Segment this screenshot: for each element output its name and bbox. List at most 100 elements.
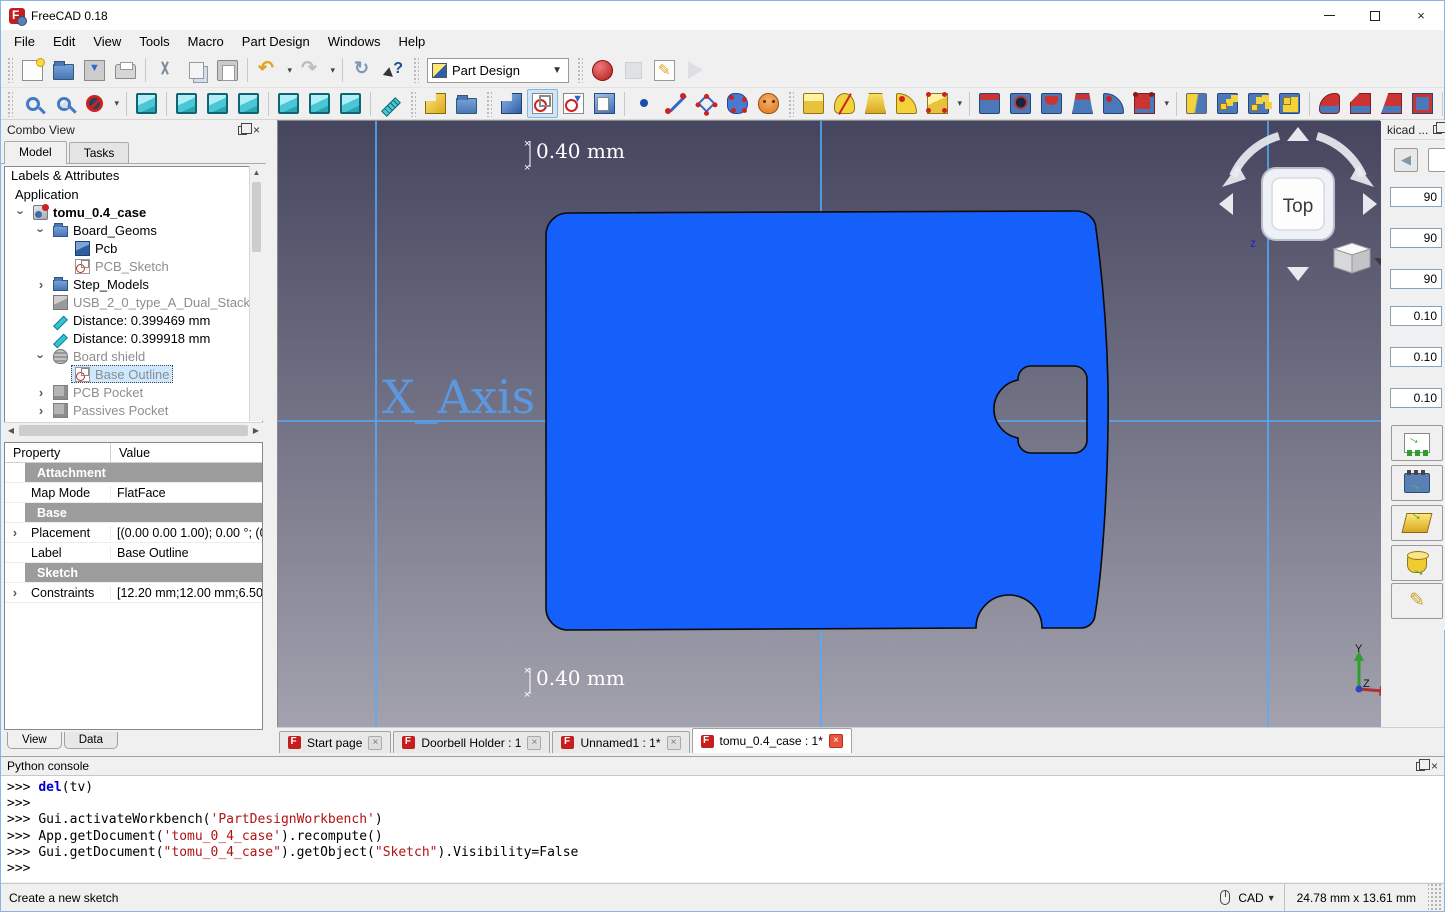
tree-item-pcb-pocket[interactable]: PCB Pocket xyxy=(5,383,262,401)
tree-expander-icon[interactable] xyxy=(33,385,49,400)
property-expander[interactable] xyxy=(5,523,25,542)
close-tab-icon[interactable]: × xyxy=(829,734,843,748)
subtractive-loft-button[interactable] xyxy=(1067,89,1098,118)
tree-item-tomu-case[interactable]: tomu_0.4_case xyxy=(5,203,262,221)
title-bar[interactable]: FreeCAD 0.18 × xyxy=(1,1,1444,30)
fit-selection-button[interactable] xyxy=(48,89,79,118)
dimension-label-bottom[interactable]: 0.40 mm xyxy=(536,666,625,690)
sketcher-carbon-copy-button[interactable] xyxy=(753,89,784,118)
menu-windows[interactable]: Windows xyxy=(319,31,390,52)
additive-loft-button[interactable] xyxy=(860,89,891,118)
menu-edit[interactable]: Edit xyxy=(44,31,84,52)
additive-pipe-button[interactable] xyxy=(891,89,922,118)
whats-this-button[interactable] xyxy=(378,56,409,85)
doc-tab-start-page[interactable]: Start page × xyxy=(279,731,391,753)
tab-model[interactable]: Model xyxy=(4,141,67,164)
kicad-import-component-button[interactable] xyxy=(1391,465,1443,501)
print-button[interactable] xyxy=(110,56,141,85)
macro-record-button[interactable] xyxy=(587,56,618,85)
doc-tab-doorbell-holder[interactable]: Doorbell Holder : 1 × xyxy=(393,731,550,753)
kicad-export-database-button[interactable] xyxy=(1391,545,1443,581)
view-top-button[interactable] xyxy=(202,89,233,118)
kicad-rotation-z-field[interactable] xyxy=(1390,269,1442,289)
sketcher-point-button[interactable] xyxy=(629,89,660,118)
minimize-button[interactable] xyxy=(1306,1,1352,30)
property-expander[interactable] xyxy=(5,543,25,562)
tab-data[interactable]: Data xyxy=(64,732,118,749)
multitransform-button[interactable] xyxy=(1274,89,1305,118)
kicad-next-button[interactable] xyxy=(1428,148,1445,172)
revolution-button[interactable] xyxy=(829,89,860,118)
property-expander[interactable] xyxy=(5,583,25,602)
view-axonometric-button[interactable] xyxy=(131,89,162,118)
chamfer-button[interactable] xyxy=(1345,89,1376,118)
kicad-offset-z-field[interactable] xyxy=(1390,388,1442,408)
sketcher-line-button[interactable] xyxy=(660,89,691,118)
toolbar-grip[interactable] xyxy=(413,57,419,83)
tree-horizontal-scrollbar[interactable]: ◀ ▶ xyxy=(4,422,263,437)
pocket-button[interactable] xyxy=(974,89,1005,118)
view-right-button[interactable] xyxy=(233,89,264,118)
close-tab-icon[interactable]: × xyxy=(368,736,382,750)
mirrored-button[interactable] xyxy=(1181,89,1212,118)
close-panel-icon[interactable]: × xyxy=(253,125,260,135)
create-sketch-button[interactable] xyxy=(527,89,558,118)
float-panel-icon[interactable] xyxy=(1416,762,1425,771)
undo-button[interactable] xyxy=(252,56,295,85)
create-body-button[interactable] xyxy=(496,89,527,118)
tree-vertical-scrollbar[interactable]: ▲ xyxy=(249,166,263,421)
linear-pattern-button[interactable] xyxy=(1212,89,1243,118)
kicad-rotation-x-field[interactable] xyxy=(1390,187,1442,207)
nav-cube-top-label[interactable]: Top xyxy=(1283,196,1314,217)
tree-expander-icon[interactable] xyxy=(33,223,49,238)
property-group-sketch[interactable]: Sketch xyxy=(5,563,262,583)
tree-item-passives-pocket[interactable]: Passives Pocket xyxy=(5,401,262,419)
close-tab-icon[interactable]: × xyxy=(667,736,681,750)
kicad-offset-y-field[interactable] xyxy=(1390,347,1442,367)
float-panel-icon[interactable] xyxy=(238,126,247,135)
draw-style-button[interactable] xyxy=(79,89,122,118)
create-group-button[interactable] xyxy=(451,89,482,118)
edit-sketch-button[interactable] xyxy=(558,89,589,118)
tree-expander-icon[interactable] xyxy=(33,403,49,418)
tree-item-base-outline[interactable]: Base Outline xyxy=(5,365,262,383)
tree-item-application[interactable]: Application xyxy=(5,185,262,203)
property-group-base[interactable]: Base xyxy=(5,503,262,523)
menu-view[interactable]: View xyxy=(84,31,130,52)
property-expander[interactable] xyxy=(5,563,25,582)
tree-item-board-shield[interactable]: Board shield xyxy=(5,347,262,365)
kicad-edit-button[interactable] xyxy=(1391,583,1443,619)
map-sketch-to-face-button[interactable] xyxy=(589,89,620,118)
subtractive-box-button[interactable] xyxy=(1129,89,1172,118)
groove-button[interactable] xyxy=(1036,89,1067,118)
pad-button[interactable] xyxy=(798,89,829,118)
new-file-button[interactable] xyxy=(17,56,48,85)
fit-all-button[interactable] xyxy=(17,89,48,118)
scroll-up-icon[interactable]: ▲ xyxy=(250,166,263,180)
tree-item-usb-jack[interactable]: USB_2_0_type_A_Dual_Stacked_jac xyxy=(5,293,262,311)
kicad-export-footprint-button[interactable] xyxy=(1391,425,1443,461)
view-left-button[interactable] xyxy=(335,89,366,118)
save-file-button[interactable] xyxy=(79,56,110,85)
tree-item-pcb[interactable]: Pcb xyxy=(5,239,262,257)
property-constraints[interactable]: Constraints [12.20 mm;12.00 mm;6.50 ... xyxy=(5,583,262,603)
property-map-mode[interactable]: Map Mode FlatFace xyxy=(5,483,262,503)
kicad-back-button[interactable]: ◀ xyxy=(1394,148,1418,172)
redo-button[interactable] xyxy=(295,56,338,85)
scrollbar-thumb[interactable] xyxy=(252,182,261,252)
menu-macro[interactable]: Macro xyxy=(179,31,233,52)
create-part-button[interactable] xyxy=(420,89,451,118)
doc-tab-tomu-case[interactable]: tomu_0.4_case : 1* × xyxy=(692,728,852,753)
python-console-body[interactable]: >>> del(tv)>>>>>> Gui.activateWorkbench(… xyxy=(1,776,1444,881)
property-label[interactable]: Label Base Outline xyxy=(5,543,262,563)
float-panel-icon[interactable] xyxy=(1433,125,1442,134)
additive-box-button[interactable] xyxy=(922,89,965,118)
view-front-button[interactable] xyxy=(171,89,202,118)
refresh-button[interactable] xyxy=(347,56,378,85)
tree-expander-icon[interactable] xyxy=(33,277,49,292)
maximize-button[interactable] xyxy=(1352,1,1398,30)
kicad-offset-x-field[interactable] xyxy=(1390,306,1442,326)
menu-part-design[interactable]: Part Design xyxy=(233,31,319,52)
tree-expander-icon[interactable] xyxy=(33,349,49,364)
menu-file[interactable]: File xyxy=(5,31,44,52)
